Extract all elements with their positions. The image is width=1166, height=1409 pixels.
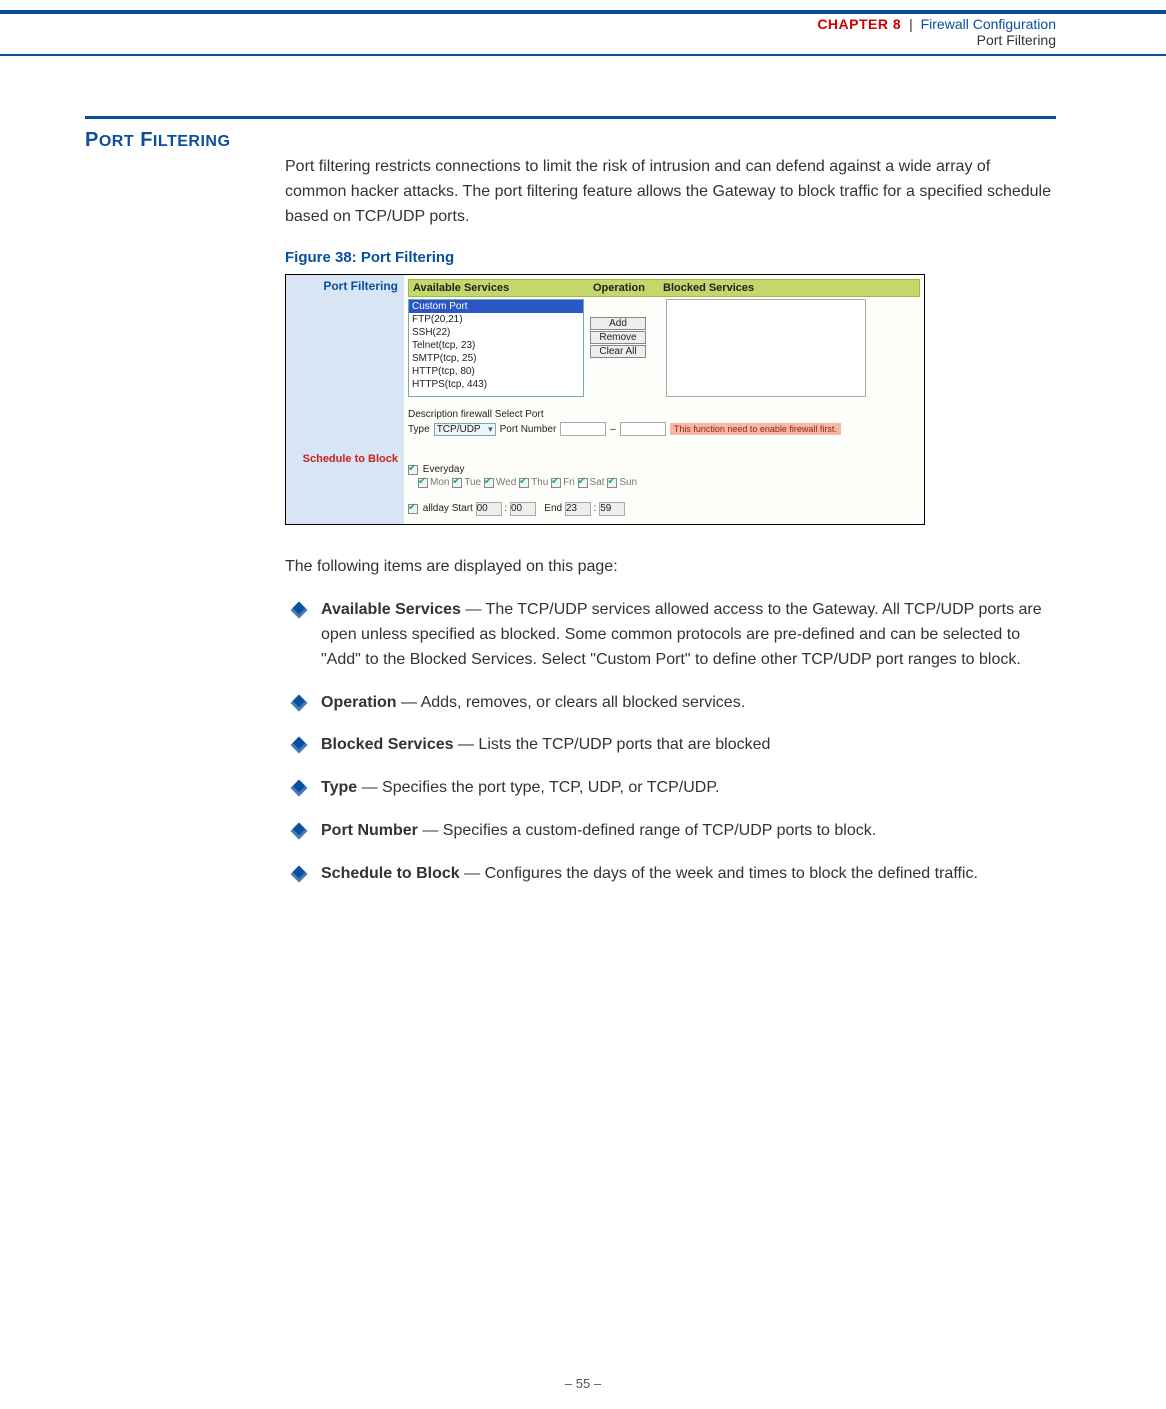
start-label: Start (452, 503, 473, 514)
day-checkbox[interactable] (578, 478, 588, 488)
description-label: Description firewall Select Port (408, 409, 920, 420)
bullet-icon (291, 822, 308, 839)
bullet-icon (291, 737, 308, 754)
colon: : (504, 503, 507, 514)
add-button[interactable]: Add (590, 317, 646, 330)
list-item: Port Number — Specifies a custom-defined… (291, 819, 1056, 844)
item-desc: — Adds, removes, or clears all blocked s… (397, 694, 746, 711)
list-item: Schedule to Block — Configures the days … (291, 862, 1056, 887)
item-term: Schedule to Block (321, 865, 460, 882)
port-dash: – (610, 424, 616, 435)
item-term: Blocked Services (321, 736, 454, 753)
day-checkbox[interactable] (452, 478, 462, 488)
figure-caption: Figure 38: Port Filtering (285, 249, 1056, 266)
service-option[interactable]: HTTP(tcp, 80) (409, 365, 583, 378)
service-option-selected[interactable]: Custom Port (409, 300, 583, 313)
item-desc: — Specifies a custom-defined range of TC… (418, 822, 876, 839)
day-checkbox[interactable] (607, 478, 617, 488)
allday-checkbox[interactable] (408, 504, 418, 514)
day-label: Sun (619, 477, 637, 488)
item-term: Port Number (321, 822, 418, 839)
service-option[interactable]: HTTPS(tcp, 443) (409, 378, 583, 391)
chapter-label: CHAPTER 8 (817, 16, 901, 32)
day-checkbox[interactable] (484, 478, 494, 488)
bullet-icon (291, 780, 308, 797)
firewall-warning: This function need to enable firewall fi… (670, 423, 841, 435)
available-services-list[interactable]: Custom Port FTP(20,21) SSH(22) Telnet(tc… (408, 299, 584, 397)
start-min-input[interactable]: 00 (510, 502, 536, 516)
shot-side-title: Port Filtering (286, 279, 398, 293)
service-option[interactable]: FTP(20,21) (409, 313, 583, 326)
item-term: Operation (321, 694, 397, 711)
day-label: Wed (496, 477, 516, 488)
type-select[interactable]: TCP/UDP (434, 423, 496, 436)
end-hour-input[interactable]: 23 (565, 502, 591, 516)
section-rule (85, 116, 1056, 119)
colon: : (594, 503, 597, 514)
start-hour-input[interactable]: 00 (476, 502, 502, 516)
port-number-label: Port Number (500, 424, 557, 435)
intro-paragraph: Port filtering restricts connections to … (285, 155, 1056, 229)
item-term: Available Services (321, 601, 461, 618)
bullet-icon (291, 602, 308, 619)
port-end-input[interactable] (620, 422, 666, 436)
shot-side-schedule: Schedule to Block (286, 453, 398, 465)
item-desc: — Specifies the port type, TCP, UDP, or … (357, 779, 719, 796)
day-label: Mon (430, 477, 449, 488)
col-available: Available Services (413, 282, 593, 294)
day-checkbox[interactable] (519, 478, 529, 488)
list-item: Type — Specifies the port type, TCP, UDP… (291, 776, 1056, 801)
after-figure-text: The following items are displayed on thi… (285, 555, 1056, 580)
day-checkbox[interactable] (551, 478, 561, 488)
page-header: CHAPTER 8 | Firewall Configuration Port … (0, 14, 1166, 52)
header-subsection: Port Filtering (817, 32, 1056, 48)
bullet-icon (291, 865, 308, 882)
day-label: Fri (563, 477, 575, 488)
item-desc: — Lists the TCP/UDP ports that are block… (454, 736, 771, 753)
everyday-checkbox[interactable] (408, 465, 418, 475)
service-option[interactable]: SMTP(tcp, 25) (409, 352, 583, 365)
day-label: Thu (531, 477, 548, 488)
item-desc: — Configures the days of the week and ti… (460, 865, 978, 882)
blocked-services-list[interactable] (666, 299, 866, 397)
service-option[interactable]: SSH(22) (409, 326, 583, 339)
list-item: Operation — Adds, removes, or clears all… (291, 691, 1056, 716)
pipe: | (909, 16, 913, 32)
item-term: Type (321, 779, 357, 796)
list-item: Blocked Services — Lists the TCP/UDP por… (291, 733, 1056, 758)
figure-screenshot: Port Filtering Schedule to Block Availab… (285, 274, 925, 525)
page-number: – 55 – (0, 1376, 1166, 1391)
everyday-label: Everyday (423, 464, 465, 475)
list-item: Available Services — The TCP/UDP service… (291, 598, 1056, 672)
day-label: Sat (590, 477, 605, 488)
col-operation: Operation (593, 282, 663, 294)
day-label: Tue (464, 477, 481, 488)
end-min-input[interactable]: 59 (599, 502, 625, 516)
day-checkbox[interactable] (418, 478, 428, 488)
end-label: End (544, 503, 562, 514)
items-list: Available Services — The TCP/UDP service… (291, 598, 1056, 886)
service-option[interactable]: Telnet(tcp, 23) (409, 339, 583, 352)
type-label: Type (408, 424, 430, 435)
section-heading: PORT FILTERING (85, 127, 285, 152)
bullet-icon (291, 694, 308, 711)
remove-button[interactable]: Remove (590, 331, 646, 344)
chapter-title: Firewall Configuration (921, 16, 1056, 32)
col-blocked: Blocked Services (663, 282, 754, 294)
allday-label: allday (423, 503, 449, 514)
port-start-input[interactable] (560, 422, 606, 436)
clear-all-button[interactable]: Clear All (590, 345, 646, 358)
